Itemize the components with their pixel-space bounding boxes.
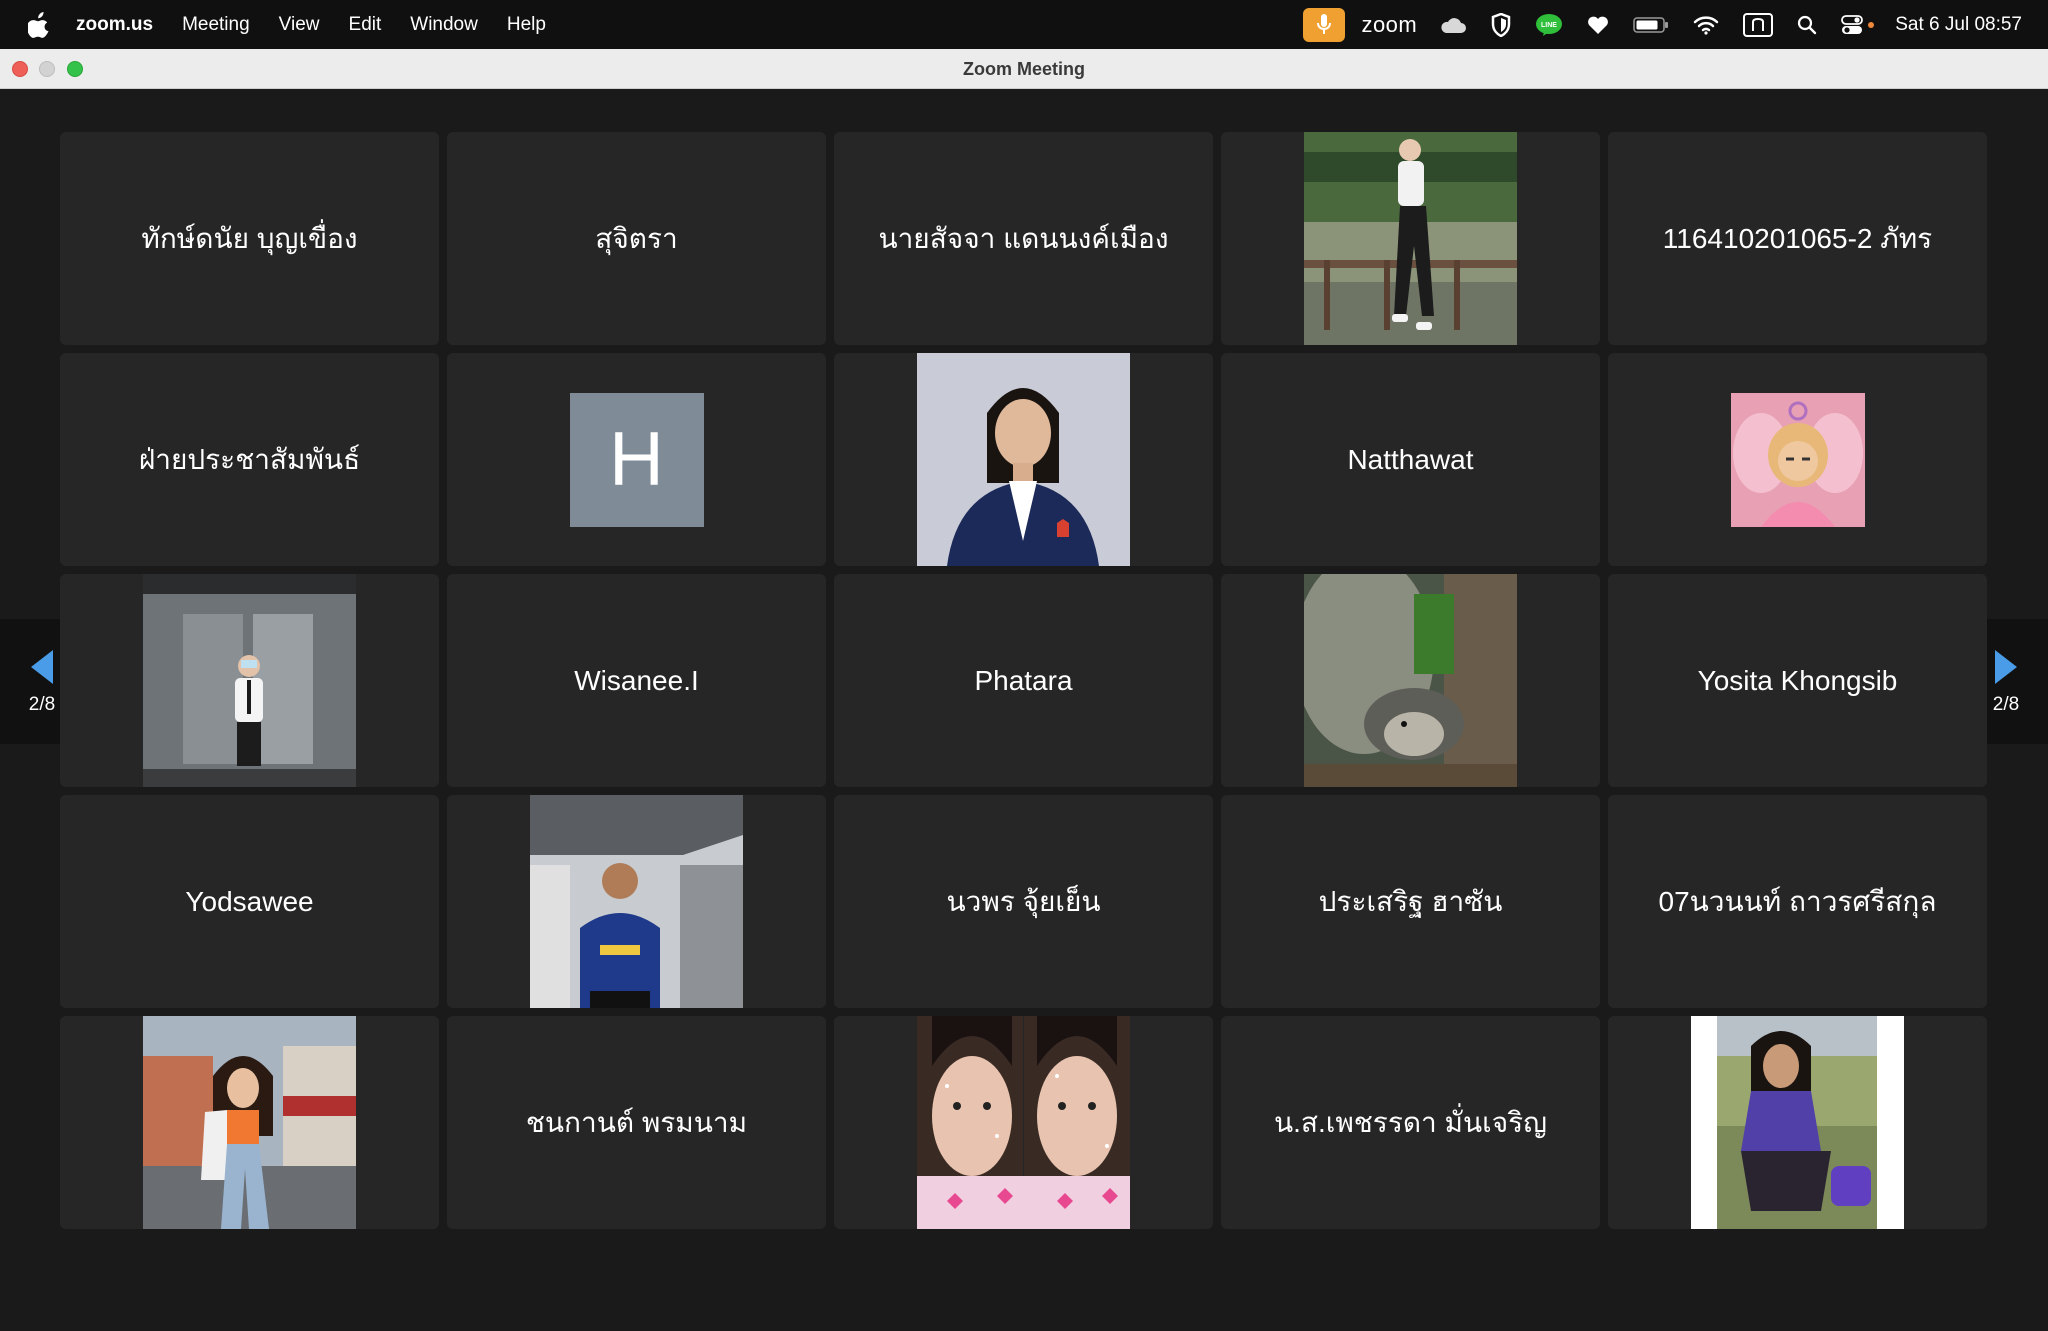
- participant-name: Phatara: [974, 664, 1073, 696]
- participant-name: ทักษ์ดนัย บุญเขื่อง: [141, 222, 358, 254]
- participant-name: Wisanee.I: [574, 664, 699, 696]
- participant-profile-photo: [1730, 392, 1865, 527]
- participant-profile-photo: [1304, 574, 1517, 787]
- window-titlebar: Zoom Meeting: [0, 49, 2048, 89]
- participant-tile[interactable]: [834, 1016, 1213, 1229]
- participant-tile[interactable]: ชนกานต์ พรมนาม: [447, 1016, 826, 1229]
- participant-tile[interactable]: [60, 574, 439, 787]
- participant-profile-photo: [530, 795, 743, 1008]
- menu-app-name[interactable]: zoom.us: [76, 14, 153, 36]
- menu-meeting[interactable]: Meeting: [182, 14, 250, 36]
- participant-profile-photo: [1304, 132, 1517, 345]
- participant-name: ฝ่ายประชาสัมพันธ์: [138, 443, 361, 475]
- participant-name: สุจิตรา: [595, 222, 678, 254]
- status-area: zoom LINE Sat 6 Jul 08:57: [1303, 0, 2048, 49]
- menubar-clock[interactable]: Sat 6 Jul 08:57: [1895, 14, 2022, 36]
- participant-tile[interactable]: 07นวนนท์ ถาวรศรีสกุล: [1608, 795, 1987, 1008]
- participant-tile[interactable]: Wisanee.I: [447, 574, 826, 787]
- heart-icon[interactable]: [1587, 15, 1609, 35]
- participant-name: Yosita Khongsib: [1697, 664, 1898, 696]
- participant-name: นายสัจจา แดนนงค์เมือง: [878, 222, 1169, 254]
- participant-tile[interactable]: นวพร จุ้ยเย็น: [834, 795, 1213, 1008]
- participant-tile[interactable]: ฝ่ายประชาสัมพันธ์: [60, 353, 439, 566]
- participant-profile-photo: [143, 574, 356, 787]
- line-app-icon[interactable]: LINE: [1535, 13, 1563, 37]
- menu-window[interactable]: Window: [410, 14, 478, 36]
- page-indicator-right: 2/8: [1992, 693, 2020, 715]
- menu-help[interactable]: Help: [507, 14, 546, 36]
- participant-tile[interactable]: 116410201065-2 ภัทร: [1608, 132, 1987, 345]
- participant-tile[interactable]: [1608, 1016, 1987, 1229]
- participant-tile[interactable]: Yosita Khongsib: [1608, 574, 1987, 787]
- participant-tile[interactable]: [1221, 574, 1600, 787]
- participant-tile[interactable]: นายสัจจา แดนนงค์เมือง: [834, 132, 1213, 345]
- cloud-icon[interactable]: [1439, 16, 1467, 34]
- participant-tile[interactable]: [447, 795, 826, 1008]
- input-source-icon[interactable]: [1743, 12, 1774, 37]
- zoom-menubar-label[interactable]: zoom: [1361, 12, 1417, 38]
- participant-tile[interactable]: [834, 353, 1213, 566]
- participant-tile[interactable]: สุจิตรา: [447, 132, 826, 345]
- menu-edit[interactable]: Edit: [349, 14, 382, 36]
- participant-tile[interactable]: Phatara: [834, 574, 1213, 787]
- menu-bar: zoom.us Meeting View Edit Window Help zo…: [0, 0, 2048, 49]
- participant-tile[interactable]: [1221, 132, 1600, 345]
- participant-grid: ทักษ์ดนัย บุญเขื่อง สุจิตรา นายสัจจา แดน…: [60, 132, 1987, 1229]
- arrow-left-icon: [31, 649, 53, 684]
- gallery-view: 2/8 2/8 ทักษ์ดนัย บุญเขื่อง สุจิตรา นายส…: [0, 89, 2048, 1331]
- participant-name: น.ส.เพชรรดา มั่นเจริญ: [1273, 1106, 1548, 1138]
- participant-name: 116410201065-2 ภัทร: [1662, 222, 1933, 254]
- menu-view[interactable]: View: [279, 14, 320, 36]
- participant-profile-photo: [917, 353, 1130, 566]
- participant-tile[interactable]: Natthawat: [1221, 353, 1600, 566]
- participant-initial-avatar: H: [569, 392, 704, 527]
- search-icon[interactable]: [1797, 15, 1817, 35]
- control-center-icon[interactable]: [1841, 14, 1877, 35]
- wifi-icon[interactable]: [1693, 15, 1719, 35]
- participant-tile[interactable]: [60, 1016, 439, 1229]
- participant-profile-photo: [143, 1016, 356, 1229]
- participant-tile[interactable]: H: [447, 353, 826, 566]
- participant-name: ประเสริฐ ฮาซัน: [1318, 885, 1503, 917]
- participant-name: Natthawat: [1347, 443, 1474, 475]
- microphone-icon[interactable]: [1303, 7, 1346, 42]
- svg-text:LINE: LINE: [1541, 22, 1557, 29]
- participant-profile-photo: [1691, 1016, 1904, 1229]
- page-indicator-left: 2/8: [28, 693, 56, 715]
- participant-profile-photo: [917, 1016, 1130, 1229]
- battery-icon[interactable]: [1633, 16, 1669, 34]
- participant-name: ชนกานต์ พรมนาม: [525, 1106, 748, 1138]
- participant-name: Yodsawee: [185, 885, 314, 917]
- participant-tile[interactable]: ประเสริฐ ฮาซัน: [1221, 795, 1600, 1008]
- shield-icon[interactable]: [1491, 12, 1511, 37]
- apple-icon[interactable]: [28, 11, 50, 38]
- participant-tile[interactable]: น.ส.เพชรรดา มั่นเจริญ: [1221, 1016, 1600, 1229]
- window-title: Zoom Meeting: [963, 59, 1085, 79]
- participant-name: นวพร จุ้ยเย็น: [946, 885, 1101, 917]
- participant-tile[interactable]: [1608, 353, 1987, 566]
- participant-tile[interactable]: Yodsawee: [60, 795, 439, 1008]
- participant-tile[interactable]: ทักษ์ดนัย บุญเขื่อง: [60, 132, 439, 345]
- participant-name: 07นวนนท์ ถาวรศรีสกุล: [1658, 885, 1937, 917]
- arrow-right-icon: [1995, 649, 2017, 684]
